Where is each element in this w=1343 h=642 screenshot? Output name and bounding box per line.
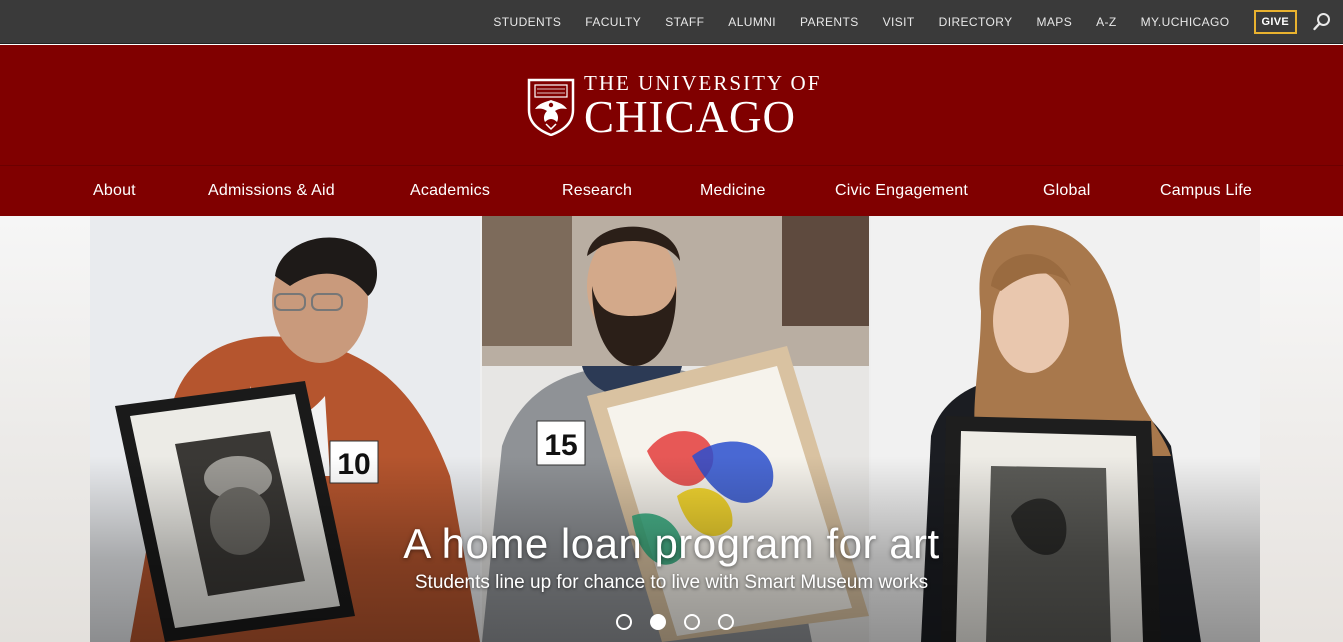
wordmark-line1: THE UNIVERSITY OF xyxy=(584,70,822,95)
search-icon[interactable] xyxy=(1311,11,1333,33)
brand-header: THE UNIVERSITY OF CHICAGO xyxy=(0,45,1343,166)
utility-link-visit[interactable]: VISIT xyxy=(883,15,915,29)
utility-links: STUDENTS FACULTY STAFF ALUMNI PARENTS VI… xyxy=(493,0,1343,44)
hero-subhead: Students line up for chance to live with… xyxy=(414,572,929,593)
utility-link-a-z[interactable]: A-Z xyxy=(1096,15,1117,29)
utility-link-alumni[interactable]: ALUMNI xyxy=(728,15,776,29)
nav-item-about[interactable]: About xyxy=(93,182,136,200)
utility-link-parents[interactable]: PARENTS xyxy=(800,15,859,29)
give-button[interactable]: GIVE xyxy=(1253,10,1297,34)
carousel-dots xyxy=(616,614,752,630)
utility-bar: STUDENTS FACULTY STAFF ALUMNI PARENTS VI… xyxy=(0,0,1343,44)
carousel-dot-1[interactable] xyxy=(616,614,632,630)
utility-link-staff[interactable]: STAFF xyxy=(665,15,704,29)
hero-carousel[interactable]: 10 15 xyxy=(0,216,1343,642)
carousel-dot-4[interactable] xyxy=(718,614,734,630)
nav-item-civic-engagement[interactable]: Civic Engagement xyxy=(835,182,968,200)
utility-link-myuchicago[interactable]: MY.UCHICAGO xyxy=(1141,15,1230,29)
nav-item-campus-life[interactable]: Campus Life xyxy=(1160,182,1252,200)
wordmark-line2: CHICAGO xyxy=(584,91,797,142)
carousel-dot-2[interactable] xyxy=(650,614,666,630)
phoenix-shield-icon xyxy=(527,78,575,136)
utility-link-maps[interactable]: MAPS xyxy=(1037,15,1073,29)
utility-link-students[interactable]: STUDENTS xyxy=(493,15,561,29)
utility-link-directory[interactable]: DIRECTORY xyxy=(939,15,1013,29)
nav-item-admissions[interactable]: Admissions & Aid xyxy=(208,182,335,200)
carousel-dot-3[interactable] xyxy=(684,614,700,630)
nav-item-research[interactable]: Research xyxy=(562,182,632,200)
wordmark: THE UNIVERSITY OF CHICAGO xyxy=(584,70,822,142)
main-nav: About Admissions & Aid Academics Researc… xyxy=(0,166,1343,216)
utility-link-faculty[interactable]: FACULTY xyxy=(585,15,641,29)
hero-headline[interactable]: A home loan program for art xyxy=(0,520,1343,568)
university-logo[interactable]: THE UNIVERSITY OF CHICAGO xyxy=(526,70,826,142)
nav-item-global[interactable]: Global xyxy=(1043,182,1090,200)
nav-item-academics[interactable]: Academics xyxy=(410,182,490,200)
nav-item-medicine[interactable]: Medicine xyxy=(700,182,766,200)
